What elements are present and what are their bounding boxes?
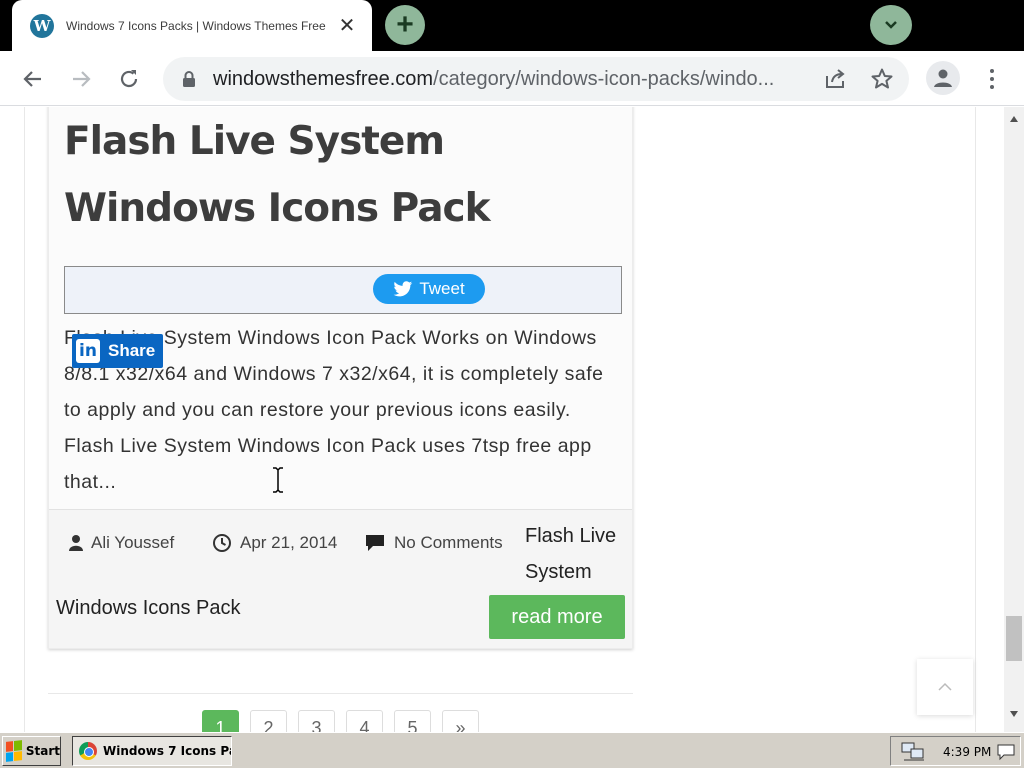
- back-to-top-button[interactable]: [917, 659, 973, 715]
- scroll-up-arrow-icon[interactable]: [1009, 115, 1019, 123]
- pagination-divider: [48, 693, 633, 694]
- close-tab-icon[interactable]: ✕: [336, 14, 358, 37]
- taskbar-window-title: Windows 7 Icons Pac...: [103, 744, 231, 758]
- system-tray: 4:39 PM: [890, 736, 1021, 766]
- page-link-5[interactable]: 5: [394, 710, 431, 732]
- url-text: windowsthemesfree.com/category/windows-i…: [213, 68, 801, 91]
- chrome-icon: [79, 742, 97, 760]
- url-path: /category/windows-icon-packs/windo...: [433, 68, 775, 90]
- page-link-3[interactable]: 3: [298, 710, 335, 732]
- person-icon: [934, 69, 952, 87]
- post-category-line3[interactable]: Windows Icons Pack: [56, 597, 241, 620]
- post-date: Apr 21, 2014: [212, 533, 337, 553]
- reload-button[interactable]: [112, 62, 146, 96]
- tab-strip: W Windows 7 Icons Packs | Windows Themes…: [0, 0, 1024, 51]
- action-center-icon[interactable]: [996, 741, 1016, 761]
- chevron-up-icon: [938, 682, 952, 691]
- lock-icon: [183, 71, 195, 87]
- post-author[interactable]: Ali Youssef: [69, 533, 174, 553]
- back-button[interactable]: [16, 62, 50, 96]
- back-arrow-icon: [23, 71, 41, 87]
- post-comments[interactable]: No Comments: [364, 533, 503, 553]
- post-meta-bar: Ali Youssef Apr 21, 2014 No Comments Fla…: [49, 509, 632, 648]
- clock[interactable]: 4:39 PM: [943, 745, 991, 759]
- start-button[interactable]: Start: [2, 736, 61, 766]
- linkedin-label: Share: [108, 341, 156, 360]
- social-share-box: Tweet: [64, 266, 622, 314]
- content-border-right: [975, 107, 976, 732]
- kebab-menu-icon[interactable]: [980, 63, 1004, 95]
- page-link-1[interactable]: 1: [202, 710, 239, 732]
- browser-toolbar: windowsthemesfree.com/category/windows-i…: [0, 51, 1024, 106]
- post-category-line2[interactable]: System: [525, 561, 592, 584]
- user-icon: [69, 535, 83, 551]
- read-more-button[interactable]: read more: [489, 595, 625, 639]
- plus-icon: +: [396, 8, 414, 41]
- linkedin-share-button[interactable]: in Share: [72, 334, 163, 368]
- new-tab-button[interactable]: +: [385, 5, 425, 45]
- twitter-bird-icon: [393, 280, 413, 296]
- chevron-down-icon: [885, 21, 897, 29]
- tweet-button[interactable]: Tweet: [373, 274, 485, 304]
- address-bar[interactable]: windowsthemesfree.com/category/windows-i…: [163, 57, 909, 101]
- tweet-label: Tweet: [419, 279, 465, 298]
- content-border-left: [24, 107, 25, 732]
- post-card: Flash Live System Windows Icons Pack Twe…: [48, 107, 633, 649]
- date-text: Apr 21, 2014: [240, 533, 338, 552]
- page-link-next[interactable]: »: [442, 710, 479, 732]
- post-category-line1[interactable]: Flash Live: [525, 525, 616, 548]
- taskbar-chrome-window[interactable]: Windows 7 Icons Pac...: [72, 736, 232, 766]
- linkedin-icon: in: [76, 339, 100, 363]
- tab-search-button[interactable]: [870, 5, 912, 45]
- page-link-2[interactable]: 2: [250, 710, 287, 732]
- scrollbar-thumb[interactable]: [1006, 616, 1022, 661]
- profile-button[interactable]: [926, 61, 960, 95]
- author-name: Ali Youssef: [91, 533, 175, 552]
- windows-flag-icon: [6, 740, 22, 762]
- start-label: Start: [25, 744, 60, 758]
- wordpress-icon: W: [30, 13, 54, 38]
- reload-icon: [120, 70, 138, 88]
- star-icon[interactable]: [870, 67, 894, 91]
- share-icon[interactable]: [823, 68, 847, 90]
- browser-tab[interactable]: W Windows 7 Icons Packs | Windows Themes…: [12, 0, 372, 51]
- url-host: windowsthemesfree.com: [213, 68, 434, 90]
- post-title[interactable]: Flash Live System Windows Icons Pack: [64, 108, 604, 242]
- forward-button[interactable]: [64, 62, 98, 96]
- clock-icon: [213, 534, 231, 552]
- scroll-down-arrow-icon[interactable]: [1009, 710, 1019, 718]
- page-scrollbar[interactable]: [1004, 107, 1024, 732]
- comments-text: No Comments: [394, 533, 503, 552]
- comment-icon: [366, 535, 384, 551]
- pagination: 1 2 3 4 5 »: [202, 710, 479, 732]
- forward-arrow-icon: [73, 71, 91, 87]
- page-viewport: Flash Live System Windows Icons Pack Twe…: [0, 107, 1004, 732]
- tab-title: Windows 7 Icons Packs | Windows Themes F…: [66, 18, 326, 33]
- network-icon[interactable]: [900, 741, 926, 763]
- page-link-4[interactable]: 4: [346, 710, 383, 732]
- windows-taskbar: Start Windows 7 Icons Pac... 4:39 PM: [0, 732, 1024, 768]
- text-cursor-icon: [273, 467, 283, 493]
